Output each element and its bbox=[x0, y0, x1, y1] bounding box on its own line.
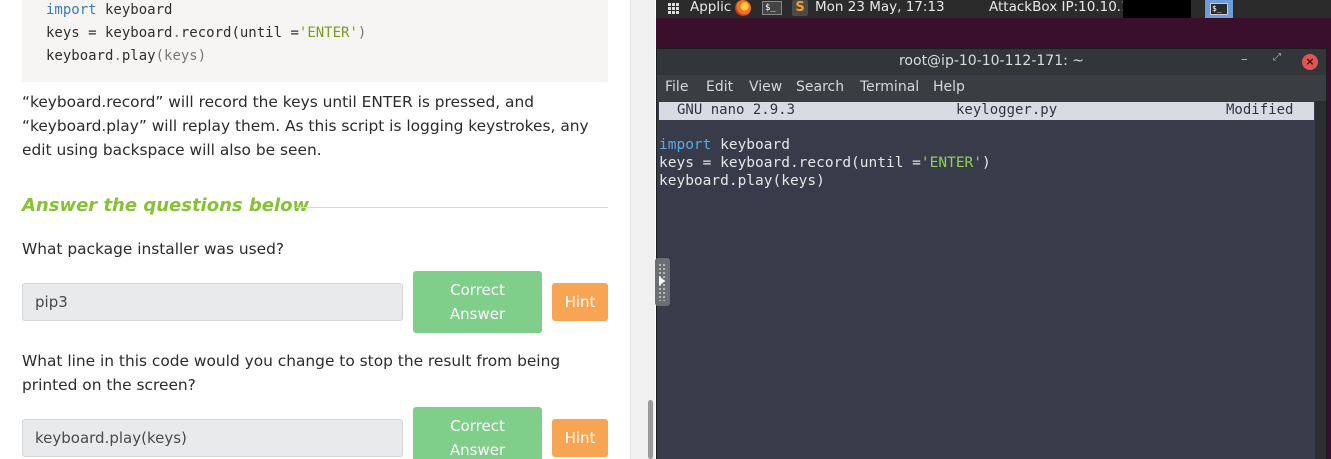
taskbar-terminal-button[interactable]: $_ bbox=[1205, 0, 1233, 18]
code-text: keyboard.play(keys) bbox=[659, 173, 825, 189]
code-text: keyboard bbox=[46, 48, 114, 64]
nano-code-line-2: keys = keyboard.record(until ='ENTER') bbox=[659, 155, 991, 171]
nano-header-bar: GNU nano 2.9.3 keylogger.py Modified bbox=[659, 102, 1314, 120]
side-panel-toggle[interactable] bbox=[655, 258, 670, 306]
terminal-title: root@ip-10-10-112-171: ~ bbox=[898, 53, 1085, 69]
terminal-scrollbar[interactable] bbox=[1315, 101, 1326, 459]
question-2-correct-button[interactable]: Correct Answer bbox=[413, 407, 542, 459]
explanation-text: “keyboard.record” will record the keys u… bbox=[22, 93, 589, 159]
code-text: ) bbox=[982, 155, 991, 171]
code-text: keys = keyboard.record(until = bbox=[659, 155, 921, 171]
code-text: record(until = bbox=[180, 25, 299, 41]
terminal-body[interactable]: GNU nano 2.9.3 keylogger.py Modified imp… bbox=[657, 101, 1315, 459]
question-1-correct-button[interactable]: Correct Answer bbox=[413, 271, 542, 333]
menu-edit[interactable]: Edit bbox=[706, 79, 733, 95]
code-text: keyboard bbox=[96, 2, 173, 18]
code-line-2: keys = keyboard.record(until ='ENTER') bbox=[46, 25, 366, 41]
terminal-titlebar[interactable]: root@ip-10-10-112-171: ~ – ⤢ × bbox=[657, 49, 1326, 75]
question-2-text: What line in this code would you change … bbox=[22, 352, 561, 394]
content-scrollbar-thumb[interactable] bbox=[648, 400, 653, 459]
nano-modified-status: Modified bbox=[1226, 102, 1294, 118]
code-line-1: import keyboard bbox=[46, 2, 172, 18]
nano-code-line-3: keyboard.play(keys) bbox=[659, 173, 825, 189]
redacted-area bbox=[1123, 0, 1191, 18]
panel-clock: Mon 23 May, 17:13 bbox=[815, 0, 945, 15]
code-keyword: import bbox=[659, 137, 712, 153]
applications-menu[interactable]: Applic bbox=[690, 0, 731, 15]
nano-code-line-1: import keyboard bbox=[659, 137, 790, 153]
question-2-answer-field[interactable]: keyboard.play(keys) bbox=[22, 419, 403, 457]
code-text: keyboard bbox=[711, 137, 790, 153]
top-panel: Applic $_ S Mon 23 May, 17:13 AttackBox … bbox=[656, 0, 1331, 18]
menu-help[interactable]: Help bbox=[933, 79, 965, 95]
maximize-icon[interactable]: ⤢ bbox=[1273, 52, 1281, 63]
question-1-answer-field[interactable]: pip3 bbox=[22, 283, 403, 321]
nano-version: GNU nano 2.9.3 bbox=[677, 102, 796, 118]
task-content-panel: import keyboard keys = keyboard.record(u… bbox=[0, 0, 630, 459]
code-string: 'ENTER' bbox=[920, 155, 983, 171]
minimize-icon[interactable]: – bbox=[1241, 52, 1248, 67]
code-punctuation: . bbox=[113, 48, 122, 64]
sublime-text-icon[interactable]: S bbox=[792, 0, 808, 16]
menu-search[interactable]: Search bbox=[796, 79, 844, 95]
answer-value: keyboard.play(keys) bbox=[35, 429, 187, 447]
answer-questions-heading: Answer the questions below bbox=[22, 195, 310, 216]
question-1-text: What package installer was used? bbox=[22, 240, 285, 258]
terminal-window: root@ip-10-10-112-171: ~ – ⤢ × File Edit… bbox=[656, 48, 1327, 459]
terminal-icon: $_ bbox=[1210, 3, 1228, 15]
code-keyword: import bbox=[46, 2, 97, 18]
side-panel-arrow-icon bbox=[659, 276, 665, 286]
code-string: 'ENTER' bbox=[298, 25, 358, 41]
code-punctuation: (keys) bbox=[155, 48, 207, 64]
close-icon[interactable]: × bbox=[1302, 54, 1318, 70]
attackbox-desktop: Applic $_ S Mon 23 May, 17:13 AttackBox … bbox=[656, 0, 1331, 459]
code-block: import keyboard keys = keyboard.record(u… bbox=[22, 0, 608, 82]
code-line-3: keyboard.play(keys) bbox=[46, 48, 206, 64]
heading-divider bbox=[296, 207, 608, 208]
menu-file[interactable]: File bbox=[665, 79, 688, 95]
content-scrollbar-track[interactable] bbox=[630, 0, 655, 459]
menu-terminal[interactable]: Terminal bbox=[860, 79, 919, 95]
code-text: keys = keyboard bbox=[46, 25, 173, 41]
terminal-menubar: File Edit View Search Terminal Help bbox=[657, 75, 1326, 101]
nano-filename: keylogger.py bbox=[956, 102, 1058, 118]
terminal-icon[interactable]: $_ bbox=[762, 1, 782, 15]
menu-view[interactable]: View bbox=[749, 79, 782, 95]
question-2-hint-button[interactable]: Hint bbox=[552, 419, 608, 457]
firefox-icon[interactable] bbox=[735, 0, 751, 16]
applications-grid-icon[interactable] bbox=[668, 3, 680, 15]
code-punctuation: . bbox=[172, 25, 181, 41]
code-text: play bbox=[121, 48, 156, 64]
question-1-hint-button[interactable]: Hint bbox=[552, 283, 608, 321]
answer-value: pip3 bbox=[35, 293, 68, 311]
code-punctuation: ) bbox=[357, 25, 367, 41]
